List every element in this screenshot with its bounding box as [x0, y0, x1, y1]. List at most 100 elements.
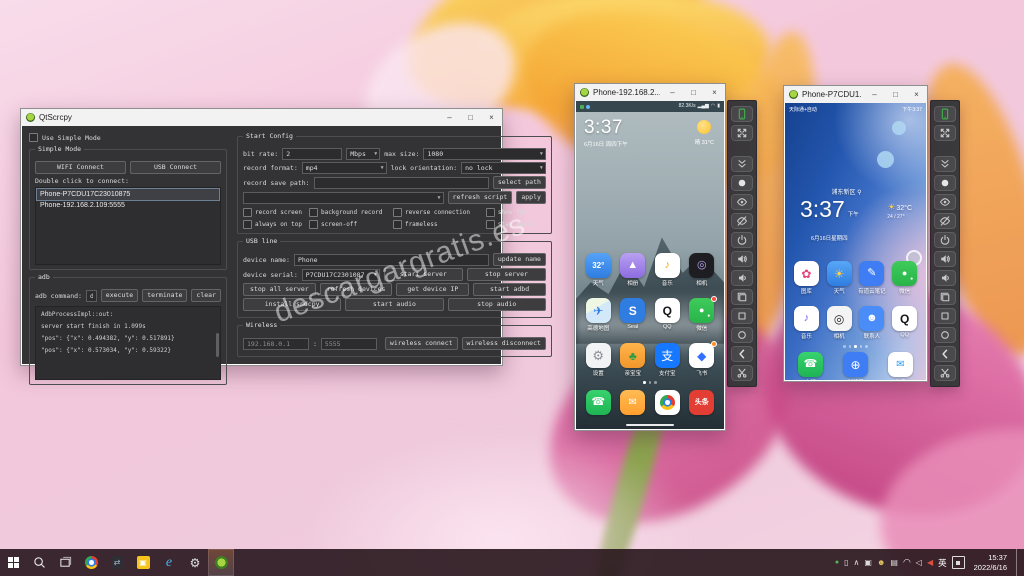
tray-mute-icon[interactable]: ◀	[927, 559, 933, 567]
ime-mode-icon[interactable]	[952, 556, 965, 569]
ime-indicator[interactable]: 英	[938, 557, 947, 569]
app-p1-camera[interactable]: ◎相机	[686, 253, 717, 287]
app-p1-toutiao[interactable]: 头条	[686, 390, 717, 415]
app-p2-notes[interactable]: ✎有道云笔记	[856, 261, 887, 295]
lock-orientation-select[interactable]: no lock▼	[461, 162, 546, 174]
tray-security-icon[interactable]: ☻	[877, 559, 885, 567]
expand-notification-button[interactable]	[731, 156, 753, 172]
dark-app-taskbar-button[interactable]: ⇄	[104, 549, 130, 576]
config-checkbox[interactable]: record screen	[243, 208, 306, 217]
volume-down-button[interactable]	[934, 270, 956, 286]
config-checkbox[interactable]: show fps	[486, 208, 546, 217]
app-switch-button[interactable]	[934, 289, 956, 305]
app-p1-qq[interactable]: QQQ	[652, 298, 683, 332]
home-indicator[interactable]	[626, 424, 674, 427]
phone2-screen[interactable]: 天际通+自动 下午3:37 浦东新区 ⚲ 3:37 下午 ☀32°C 24 / …	[785, 103, 926, 380]
fullscreen-button[interactable]	[731, 125, 753, 141]
bit-rate-input[interactable]	[282, 148, 342, 160]
close-button[interactable]: ×	[706, 86, 723, 100]
back-button[interactable]	[934, 346, 956, 362]
device-serial-select[interactable]: P7CDU17C2301087▼	[302, 269, 380, 281]
config-checkbox[interactable]: frameless	[393, 220, 483, 229]
clear-button[interactable]: clear	[191, 289, 221, 302]
phone2-titlebar[interactable]: Phone-P7CDU1... – □ ×	[784, 86, 927, 103]
app-p2-music[interactable]: ♪音乐	[791, 306, 822, 340]
app-switch-button[interactable]	[731, 289, 753, 305]
screen-off-button[interactable]	[731, 213, 753, 229]
app-p2-weather[interactable]: ☀天气	[824, 261, 855, 295]
phone1-screen[interactable]: 82.3K/s ▂▄▆ ◠ ▮ 3:37 6月16日 周四下午 晴 31°C 3…	[576, 101, 724, 429]
tray-scrcpy-icon[interactable]: ●	[835, 559, 839, 566]
app-p1-chrome[interactable]	[652, 390, 683, 415]
settings-taskbar-button[interactable]: ⚙	[182, 549, 208, 576]
tray-device-icon[interactable]: ▯	[844, 559, 848, 567]
usb-connect-button[interactable]: USB Connect	[130, 161, 221, 174]
image-viewer-taskbar-button[interactable]: ▣	[130, 549, 156, 576]
wireless-ip-input[interactable]	[243, 338, 309, 350]
app-p1-weather[interactable]: 32°天气	[583, 253, 614, 287]
touch-button[interactable]	[934, 175, 956, 191]
chrome-taskbar-button[interactable]	[78, 549, 104, 576]
select-path-button[interactable]: select path	[493, 176, 546, 189]
app-p2-wechat[interactable]: ●微信	[889, 261, 920, 295]
device-list[interactable]: Phone-P7CDU17C23010875Phone-192.168.2.10…	[35, 187, 221, 265]
get-device-ip-button[interactable]: get device IP	[396, 283, 469, 296]
config-checkbox[interactable]: stay awake	[486, 220, 546, 229]
app-p1-alipay[interactable]: 支支付宝	[652, 343, 683, 377]
config-checkbox[interactable]: always on top	[243, 220, 306, 229]
wifi-connect-button[interactable]: WIFI Connect	[35, 161, 126, 174]
app-p2-phone[interactable]: ☎电话	[795, 352, 826, 380]
maximize-button[interactable]: □	[685, 86, 702, 100]
task-view-button[interactable]	[52, 549, 78, 576]
minimize-button[interactable]: –	[866, 88, 883, 102]
script-select[interactable]: ▼	[243, 192, 444, 204]
qtscrcpy-taskbar-button[interactable]	[208, 549, 234, 576]
app-p1-phone[interactable]: ☎	[583, 390, 614, 415]
maximize-button[interactable]: □	[462, 111, 479, 125]
ie-taskbar-button[interactable]: e	[156, 549, 182, 576]
maximize-button[interactable]: □	[887, 88, 904, 102]
fullscreen-button[interactable]	[934, 125, 956, 141]
app-p1-seal[interactable]: SSeal	[617, 298, 648, 332]
tray-volume-icon[interactable]: ◁	[916, 559, 922, 567]
adb-command-input[interactable]	[86, 290, 97, 302]
screenshot-button[interactable]	[934, 365, 956, 381]
minimize-button[interactable]: –	[664, 86, 681, 100]
power-button[interactable]	[731, 232, 753, 248]
log-scrollbar[interactable]	[216, 333, 219, 357]
menu-button[interactable]	[731, 308, 753, 324]
start-button[interactable]	[0, 549, 26, 576]
start-adbd-button[interactable]: start adbd	[473, 283, 546, 296]
app-p1-music[interactable]: ♪音乐	[652, 253, 683, 287]
app-p2-contacts[interactable]: ☻联系人	[856, 306, 887, 340]
app-p2-camera[interactable]: ◎相机	[824, 306, 855, 340]
close-button[interactable]: ×	[908, 88, 925, 102]
stop-server-button[interactable]: stop server	[467, 268, 546, 281]
use-simple-mode-checkbox[interactable]: Use Simple Mode	[29, 133, 227, 142]
tray-image-icon[interactable]: ▣	[864, 559, 872, 567]
device-menu-button[interactable]	[731, 106, 753, 122]
volume-down-button[interactable]	[731, 270, 753, 286]
app-p1-gallery[interactable]: ▲相册	[617, 253, 648, 287]
app-p2-qq[interactable]: QQQ	[889, 306, 920, 340]
apply-button[interactable]: apply	[516, 191, 546, 204]
wireless-connect-button[interactable]: wireless connect	[385, 337, 458, 350]
volume-up-button[interactable]	[934, 251, 956, 267]
app-p2-gallery[interactable]: ✿图库	[791, 261, 822, 295]
screen-on-button[interactable]	[934, 194, 956, 210]
app-p2-message[interactable]: ✉信息	[885, 352, 916, 380]
minimize-button[interactable]: –	[441, 111, 458, 125]
wireless-disconnect-button[interactable]: wireless disconnect	[462, 337, 546, 350]
device-list-item[interactable]: Phone-P7CDU17C23010875	[37, 189, 219, 200]
device-name-input[interactable]	[294, 254, 489, 266]
install-sndcpy-button[interactable]: install sndcpy	[243, 298, 341, 311]
tray-battery-icon[interactable]: ▤	[890, 559, 898, 567]
max-size-select[interactable]: 1080▼	[423, 148, 545, 160]
home-button[interactable]	[934, 327, 956, 343]
adb-log-output[interactable]: AdbProcessImpl::out:server start finish …	[35, 306, 221, 380]
record-format-select[interactable]: mp4▼	[302, 162, 387, 174]
start-server-button[interactable]: start server	[384, 268, 463, 281]
wireless-port-input[interactable]	[321, 338, 377, 350]
app-p1-map[interactable]: ✈高德地图	[583, 298, 614, 332]
close-button[interactable]: ×	[483, 111, 500, 125]
